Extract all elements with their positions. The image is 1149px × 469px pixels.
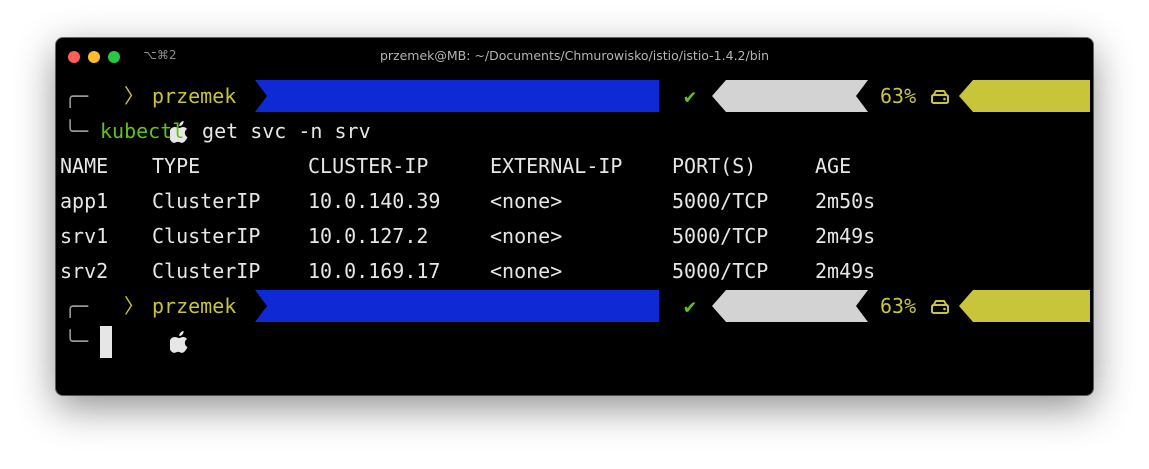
table-cell: 5000/TCP (672, 189, 769, 213)
prompt-frame-bottom: ╰─ (64, 329, 89, 353)
prompt-frame-top: ╭─ (64, 84, 89, 108)
table-cell: srv1 (60, 224, 109, 248)
prompt-frame-top: ╭─ (64, 294, 89, 318)
table-header-cell: AGE (815, 154, 852, 178)
table-cell: <none> (490, 259, 563, 283)
table-cell: ClusterIP (152, 224, 261, 248)
window-title: przemek@MB: ~/Documents/Chmurowisko/isti… (379, 48, 770, 63)
table-header-cell: NAME (60, 154, 109, 178)
prompt-line: ╭─ 〉 przemek ~/Documents/Chmurowisko/ist… (56, 79, 1093, 114)
input-line[interactable]: ╰─ (56, 324, 1093, 359)
prompt-time-segment: 10:13 (712, 290, 868, 322)
title-bar[interactable]: ⌥⌘2 przemek@MB: ~/Documents/Chmurowisko/… (56, 38, 1093, 74)
terminal-window[interactable]: ⌥⌘2 przemek@MB: ~/Documents/Chmurowisko/… (56, 38, 1093, 395)
table-cell: 10.0.140.39 (308, 189, 441, 213)
prompt-time-segment: 10:13 (712, 80, 868, 112)
table-header: NAME TYPE CLUSTER-IP EXTERNAL-IP PORT(S)… (56, 149, 1093, 184)
prompt-user: przemek (152, 84, 237, 108)
text-cursor (100, 326, 112, 358)
table-row: srv1 ClusterIP 10.0.127.2 <none> 5000/TC… (56, 219, 1093, 254)
table-cell: <none> (490, 224, 563, 248)
table-cell: 10.0.169.17 (308, 259, 441, 283)
table-cell: 5000/TCP (672, 224, 769, 248)
table-cell: srv2 (60, 259, 109, 283)
table-cell: app1 (60, 189, 109, 213)
table-cell: 2m49s (815, 224, 876, 248)
table-header-cell: EXTERNAL-IP (490, 154, 623, 178)
prompt-memory-segment: 4.78G (959, 290, 1090, 322)
table-row: srv2 ClusterIP 10.0.169.17 <none> 5000/T… (56, 254, 1093, 289)
speedometer-icon (1053, 358, 1073, 382)
prompt-directory-segment: ~/Documents/Chmurowisko/ist (255, 290, 659, 322)
prompt-frame-bottom: ╰─ (64, 119, 89, 143)
command-line: ╰─ kubectl get svc -n srv (56, 114, 1093, 149)
hard-drive-icon (930, 288, 950, 323)
table-header-cell: CLUSTER-IP (308, 154, 429, 178)
prompt-line: ╭─ 〉 przemek ~/Documents/Chmurowisko/ist… (56, 289, 1093, 324)
table-cell: 5000/TCP (672, 259, 769, 283)
table-cell: ClusterIP (152, 189, 261, 213)
prompt-memory-segment: 4.77G (959, 80, 1090, 112)
battery-percent: 63% (880, 84, 917, 108)
prompt-directory-segment: ~/Documents/Chmurowisko/ist (255, 80, 659, 112)
clock-icon (806, 358, 824, 382)
command-args: get svc -n srv (190, 119, 371, 143)
table-header-cell: TYPE (152, 154, 201, 178)
table-cell: 10.0.127.2 (308, 224, 429, 248)
status-check: ✔ (684, 84, 697, 108)
table-cell: 2m49s (815, 259, 876, 283)
battery-percent: 63% (880, 294, 917, 318)
command-name: kubectl (100, 119, 185, 143)
prompt-chevron: 〉 (124, 294, 144, 318)
table-cell: <none> (490, 189, 563, 213)
table-cell: 2m50s (815, 189, 876, 213)
table-cell: ClusterIP (152, 259, 261, 283)
prompt-chevron: 〉 (124, 84, 144, 108)
prompt-user: przemek (152, 294, 237, 318)
table-header-cell: PORT(S) (672, 154, 757, 178)
table-row: app1 ClusterIP 10.0.140.39 <none> 5000/T… (56, 184, 1093, 219)
hard-drive-icon (930, 78, 950, 113)
status-check: ✔ (684, 294, 697, 318)
